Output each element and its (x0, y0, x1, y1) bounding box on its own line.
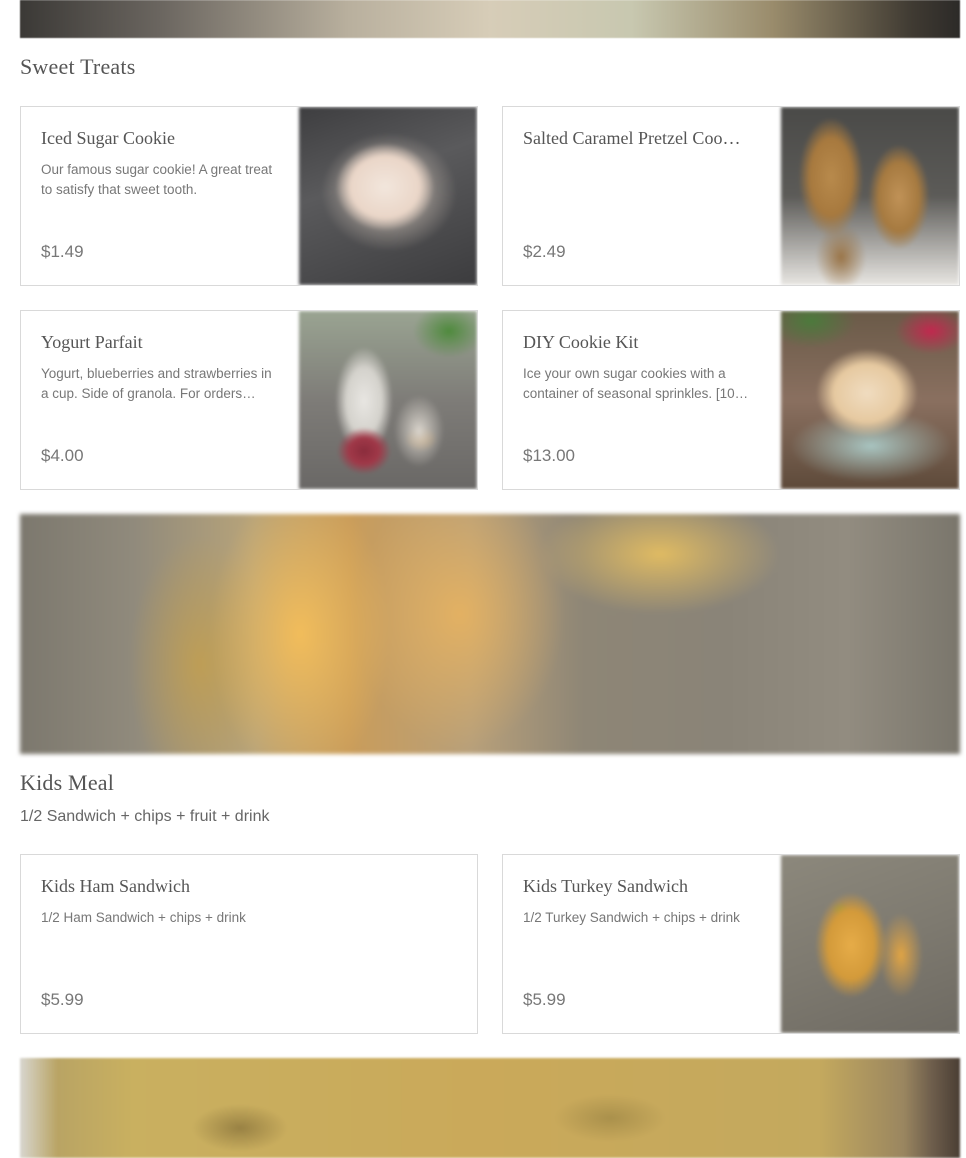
menu-item-image-cookie-kit (781, 311, 959, 489)
menu-item-image-pretzel-cookie (781, 107, 959, 285)
menu-item-body: DIY Cookie Kit Ice your own sugar cookie… (523, 311, 763, 489)
menu-item-card-diy-cookie-kit[interactable]: DIY Cookie Kit Ice your own sugar cookie… (502, 310, 960, 490)
menu-item-description: 1/2 Ham Sandwich + chips + drink (41, 910, 246, 925)
menu-item-name: DIY Cookie Kit (523, 332, 639, 352)
section-banner-image-top (20, 0, 960, 38)
menu-item-description: Yogurt, blueberries and strawberries in … (41, 366, 272, 401)
section-banner-image-kids-meal (20, 514, 960, 754)
menu-item-image-turkey-sandwich (781, 855, 959, 1033)
menu-item-name: Yogurt Parfait (41, 332, 143, 352)
menu-item-body: Kids Ham Sandwich 1/2 Ham Sandwich + chi… (41, 855, 451, 1033)
menu-item-name: Salted Caramel Pretzel Coo… (523, 128, 741, 148)
section-subtitle-kids-meal: 1/2 Sandwich + chips + fruit + drink (20, 808, 270, 825)
section-title-sweet-treats: Sweet Treats (20, 54, 136, 79)
menu-page: Sweet Treats Iced Sugar Cookie Our famou… (0, 0, 966, 1158)
menu-item-description: 1/2 Turkey Sandwich + chips + drink (523, 910, 740, 925)
menu-item-price: $2.49 (523, 242, 566, 261)
menu-item-body: Yogurt Parfait Yogurt, blueberries and s… (41, 311, 281, 489)
menu-item-card-yogurt-parfait[interactable]: Yogurt Parfait Yogurt, blueberries and s… (20, 310, 478, 490)
section-title-kids-meal: Kids Meal (20, 770, 115, 795)
menu-item-card-kids-ham-sandwich[interactable]: Kids Ham Sandwich 1/2 Ham Sandwich + chi… (20, 854, 478, 1034)
menu-item-card-kids-turkey-sandwich[interactable]: Kids Turkey Sandwich 1/2 Turkey Sandwich… (502, 854, 960, 1034)
menu-item-body: Salted Caramel Pretzel Coo… $2.49 (523, 107, 763, 285)
menu-item-body: Kids Turkey Sandwich 1/2 Turkey Sandwich… (523, 855, 763, 1033)
menu-item-price: $5.99 (41, 990, 84, 1009)
section-banner-image-bottom (20, 1058, 960, 1158)
menu-item-card-iced-sugar-cookie[interactable]: Iced Sugar Cookie Our famous sugar cooki… (20, 106, 478, 286)
menu-item-name: Iced Sugar Cookie (41, 128, 175, 148)
menu-item-name: Kids Turkey Sandwich (523, 876, 689, 896)
menu-item-image-sugar-cookie (299, 107, 477, 285)
menu-item-price: $4.00 (41, 446, 84, 465)
menu-item-body: Iced Sugar Cookie Our famous sugar cooki… (41, 107, 281, 285)
menu-item-name: Kids Ham Sandwich (41, 876, 190, 896)
menu-item-description: Ice your own sugar cookies with a contai… (523, 366, 749, 401)
menu-item-card-salted-caramel-pretzel-cookie[interactable]: Salted Caramel Pretzel Coo… $2.49 (502, 106, 960, 286)
menu-item-price: $13.00 (523, 446, 575, 465)
menu-item-image-yogurt-parfait (299, 311, 477, 489)
menu-item-price: $5.99 (523, 990, 566, 1009)
menu-item-price: $1.49 (41, 242, 84, 261)
menu-item-description: Our famous sugar cookie! A great treat t… (41, 162, 273, 197)
